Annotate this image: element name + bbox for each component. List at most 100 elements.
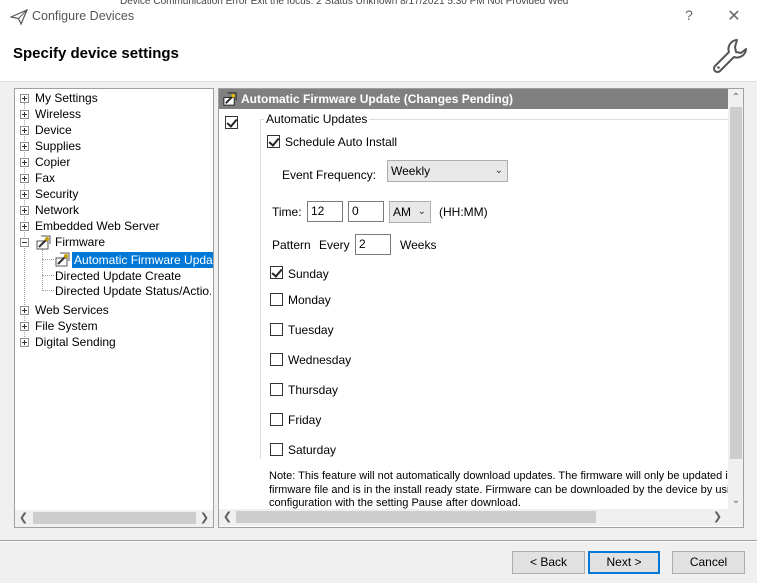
schedule-auto-install-label: Schedule Auto Install	[285, 135, 398, 149]
expand-icon[interactable]	[20, 174, 29, 183]
expand-icon[interactable]	[20, 190, 29, 199]
panel-header: Automatic Firmware Update (Changes Pendi…	[219, 89, 729, 109]
settings-tree: My Settings Wireless Device Supplies Cop…	[14, 88, 214, 528]
firmware-note: Note: This feature will not automaticall…	[269, 470, 729, 510]
tree-item-directed-update-create[interactable]: Directed Update Create	[55, 268, 181, 284]
tuesday-label: Tuesday	[288, 323, 334, 337]
scrollbar-thumb[interactable]	[730, 107, 742, 459]
scroll-right-arrow-icon[interactable]: ❯	[196, 510, 213, 527]
window-title: Configure Devices	[32, 9, 135, 23]
weeks-input[interactable]: 2	[355, 234, 391, 255]
scroll-down-arrow-icon[interactable]: ⌄	[728, 493, 743, 509]
note-line: firmware file and is in the install read…	[269, 483, 729, 496]
collapse-icon[interactable]	[20, 238, 29, 247]
settings-panel: Automatic Firmware Update (Changes Pendi…	[218, 88, 744, 528]
expand-icon[interactable]	[20, 222, 29, 231]
wrench-icon	[712, 39, 747, 74]
saturday-checkbox[interactable]	[270, 443, 283, 456]
tree-item-fax[interactable]: Fax	[35, 170, 55, 186]
weeks-label: Weeks	[400, 238, 437, 252]
tree-item-device[interactable]: Device	[35, 122, 72, 138]
tree-item-wireless[interactable]: Wireless	[35, 106, 81, 122]
panel-horizontal-scrollbar[interactable]: ❮ ❯	[219, 509, 743, 526]
wednesday-label: Wednesday	[288, 353, 352, 367]
tree-line	[42, 259, 54, 260]
panel-vertical-scrollbar[interactable]: ⌃ ⌄	[728, 89, 743, 511]
hour-input[interactable]: 12	[307, 201, 343, 222]
scroll-up-arrow-icon[interactable]: ⌃	[728, 90, 743, 106]
event-frequency-value: Weekly	[391, 164, 431, 178]
sunday-checkbox[interactable]	[270, 266, 283, 279]
friday-checkbox[interactable]	[270, 413, 283, 426]
sunday-label: Sunday	[288, 267, 329, 281]
expand-icon[interactable]	[20, 110, 29, 119]
tree-item-web-services[interactable]: Web Services	[35, 302, 109, 318]
scroll-right-arrow-icon[interactable]: ❯	[709, 509, 726, 526]
thursday-label: Thursday	[288, 383, 339, 397]
expand-icon[interactable]	[20, 158, 29, 167]
section-enable-checkbox[interactable]	[225, 116, 238, 129]
tree-item-supplies[interactable]: Supplies	[35, 138, 81, 154]
friday-label: Friday	[288, 413, 322, 427]
group-label: Automatic Updates	[264, 112, 370, 126]
expand-icon[interactable]	[20, 322, 29, 331]
expand-icon[interactable]	[20, 306, 29, 315]
event-frequency-label: Event Frequency:	[282, 168, 377, 182]
monday-checkbox[interactable]	[270, 293, 283, 306]
tree-line	[42, 290, 54, 291]
thursday-checkbox[interactable]	[270, 383, 283, 396]
minute-input[interactable]: 0	[348, 201, 384, 222]
tree-line	[42, 249, 43, 291]
time-label: Time:	[272, 205, 302, 219]
paper-plane-icon	[10, 8, 28, 26]
scroll-left-arrow-icon[interactable]: ❮	[219, 509, 236, 526]
am-pm-dropdown[interactable]: AM ⌄	[389, 201, 431, 223]
tree-item-my-settings[interactable]: My Settings	[35, 90, 98, 106]
tree-item-copier[interactable]: Copier	[35, 154, 70, 170]
tree-item-firmware[interactable]: Firmware	[55, 234, 105, 250]
note-line: Note: This feature will not automaticall…	[269, 470, 729, 482]
next-button[interactable]: Next >	[588, 551, 660, 574]
scroll-left-arrow-icon[interactable]: ❮	[15, 510, 32, 527]
every-label: Every	[319, 238, 350, 252]
tree-item-security[interactable]: Security	[35, 186, 78, 202]
chevron-down-icon: ⌄	[494, 165, 503, 176]
help-button[interactable]: ?	[680, 7, 698, 23]
schedule-auto-install-checkbox[interactable]	[267, 135, 280, 148]
panel-title: Automatic Firmware Update (Changes Pendi…	[241, 92, 514, 106]
background-window-text: Device Communication Error Exit the focu…	[120, 0, 757, 5]
expand-icon[interactable]	[20, 142, 29, 151]
time-format-label: (HH:MM)	[439, 205, 488, 219]
wednesday-checkbox[interactable]	[270, 353, 283, 366]
expand-icon[interactable]	[20, 126, 29, 135]
tuesday-checkbox[interactable]	[270, 323, 283, 336]
chevron-down-icon: ⌄	[417, 206, 426, 217]
tree-item-directed-update-status[interactable]: Directed Update Status/Actio...	[55, 283, 211, 299]
tree-item-network[interactable]: Network	[35, 202, 79, 218]
title-bar: Device Communication Error Exit the focu…	[0, 0, 757, 34]
tree-item-file-system[interactable]: File System	[35, 318, 98, 334]
footer-divider	[0, 540, 757, 542]
expand-icon[interactable]	[20, 206, 29, 215]
expand-icon[interactable]	[20, 94, 29, 103]
am-pm-value: AM	[393, 205, 411, 219]
expand-icon[interactable]	[20, 338, 29, 347]
scrollbar-thumb[interactable]	[33, 512, 196, 524]
tree-item-automatic-firmware-update[interactable]: Automatic Firmware Upda...	[72, 252, 213, 268]
scrollbar-thumb[interactable]	[236, 511, 596, 523]
firmware-icon	[36, 235, 51, 250]
event-frequency-dropdown[interactable]: Weekly ⌄	[387, 160, 508, 182]
pattern-label: Pattern	[272, 238, 311, 252]
tree-item-digital-sending[interactable]: Digital Sending	[35, 334, 116, 350]
tree-item-embedded-web-server[interactable]: Embedded Web Server	[35, 218, 160, 234]
monday-label: Monday	[288, 293, 331, 307]
wizard-header: Specify device settings	[0, 34, 757, 82]
page-title: Specify device settings	[13, 45, 179, 62]
back-button[interactable]: < Back	[512, 551, 585, 574]
firmware-update-icon	[223, 92, 237, 106]
close-button[interactable]: ✕	[724, 6, 744, 26]
tree-horizontal-scrollbar[interactable]: ❮ ❯	[15, 510, 213, 527]
cancel-button[interactable]: Cancel	[672, 551, 745, 574]
tree-line	[42, 275, 54, 276]
firmware-update-icon	[55, 252, 70, 267]
